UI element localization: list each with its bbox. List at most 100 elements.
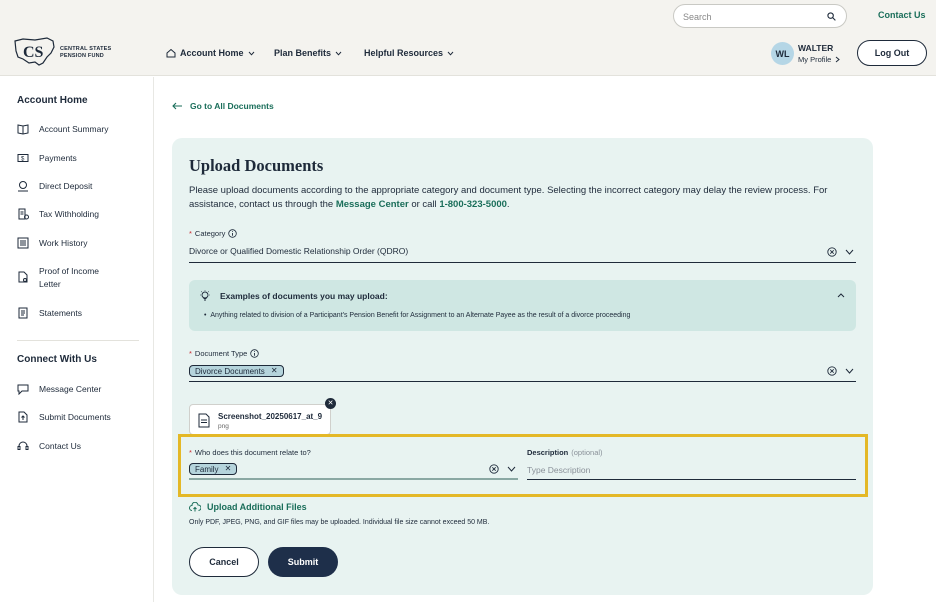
nav-helpful-resources[interactable]: Helpful Resources xyxy=(364,48,454,58)
sidebar-item-label: Account Summary xyxy=(39,124,109,134)
intro-text: Please upload documents according to the… xyxy=(189,185,828,210)
document-type-chip[interactable]: Divorce Documents ✕ xyxy=(189,365,284,377)
message-icon xyxy=(17,384,29,395)
uploaded-file-card: Screenshot_20250617_at_9 png xyxy=(189,404,331,435)
category-label: * Category xyxy=(189,229,238,238)
clear-icon[interactable] xyxy=(827,247,837,257)
required-mark: * xyxy=(189,448,192,457)
sidebar-item-submit-documents[interactable]: Submit Documents xyxy=(17,411,142,424)
description-input[interactable] xyxy=(527,461,856,480)
header: Contact Us CS CENTRAL STATES PENSION FUN… xyxy=(0,0,936,76)
nav-plan-benefits[interactable]: Plan Benefits xyxy=(274,48,342,58)
sidebar-item-label: Direct Deposit xyxy=(39,181,93,191)
nav-account-home-label: Account Home xyxy=(180,48,244,58)
sidebar-item-label: Payments xyxy=(39,153,77,163)
logo-map-icon: CS xyxy=(14,37,55,66)
statements-icon xyxy=(18,307,28,319)
clear-icon[interactable] xyxy=(827,366,837,376)
sidebar-item-label: Submit Documents xyxy=(39,412,111,422)
tax-icon xyxy=(18,208,29,220)
upload-icon xyxy=(18,411,28,423)
avatar[interactable]: WL xyxy=(771,42,794,65)
sidebar-item-label: Message Center xyxy=(39,384,102,394)
document-type-label: * Document Type xyxy=(189,349,260,358)
chevron-down-icon[interactable] xyxy=(507,466,516,472)
description-label: Description (optional) xyxy=(527,448,603,457)
chevron-down-icon[interactable] xyxy=(845,249,854,255)
back-link-label: Go to All Documents xyxy=(190,101,274,111)
sidebar-item-account-summary[interactable]: Account Summary xyxy=(17,123,142,136)
chevron-right-icon xyxy=(836,56,841,63)
arrow-left-icon xyxy=(172,102,182,110)
clear-icon[interactable] xyxy=(489,464,499,474)
nav-helpful-resources-label: Helpful Resources xyxy=(364,48,444,58)
back-link[interactable]: Go to All Documents xyxy=(172,101,274,111)
sidebar-item-label: Proof of Income Letter xyxy=(39,266,100,289)
sidebar-item-contact-us[interactable]: Contact Us xyxy=(17,440,142,453)
sidebar-heading-account-home: Account Home xyxy=(17,95,88,106)
info-icon[interactable] xyxy=(228,229,238,238)
page-title: Upload Documents xyxy=(189,156,324,175)
message-center-link[interactable]: Message Center xyxy=(336,199,409,210)
file-name: Screenshot_20250617_at_9 xyxy=(218,412,323,421)
required-mark: * xyxy=(189,229,192,238)
document-icon xyxy=(18,271,28,283)
user-name: WALTER xyxy=(798,43,834,53)
sidebar-item-work-history[interactable]: Work History xyxy=(17,237,142,250)
search-icon[interactable] xyxy=(827,12,836,21)
sidebar-item-proof-of-income[interactable]: Proof of Income Letter xyxy=(17,265,142,291)
file-extension: png xyxy=(218,423,229,430)
book-icon xyxy=(17,124,29,135)
upload-additional-files-label: Upload Additional Files xyxy=(207,502,307,512)
nav-account-home[interactable]: Account Home xyxy=(166,48,255,58)
upload-note: Only PDF, JPEG, PNG, and GIF files may b… xyxy=(189,519,490,526)
phone-link[interactable]: 1-800-323-5000 xyxy=(439,199,507,210)
cancel-button[interactable]: Cancel xyxy=(189,547,259,577)
info-icon[interactable] xyxy=(250,349,260,358)
category-select[interactable]: Divorce or Qualified Domestic Relationsh… xyxy=(189,244,856,263)
sidebar: Account Home Account Summary $ Payments … xyxy=(0,77,154,602)
examples-title: Examples of documents you may upload: xyxy=(220,291,388,301)
search-box[interactable] xyxy=(673,4,847,28)
remove-chip-icon[interactable]: ✕ xyxy=(225,465,232,473)
chevron-down-icon xyxy=(447,51,454,56)
category-value: Divorce or Qualified Domestic Relationsh… xyxy=(189,246,409,256)
relates-to-select[interactable]: Family ✕ xyxy=(189,461,518,480)
relates-to-label: * Who does this document relate to? xyxy=(189,448,311,457)
sidebar-item-label: Work History xyxy=(39,238,88,248)
dollar-icon: $ xyxy=(17,154,29,163)
sidebar-item-message-center[interactable]: Message Center xyxy=(17,383,142,396)
chevron-up-icon[interactable] xyxy=(837,293,845,298)
examples-list-item: • Anything related to division of a Part… xyxy=(204,312,631,319)
sidebar-divider xyxy=(17,340,139,341)
my-profile-label: My Profile xyxy=(798,55,832,64)
nav-plan-benefits-label: Plan Benefits xyxy=(274,48,332,58)
logo[interactable]: CS CENTRAL STATES PENSION FUND xyxy=(13,35,113,71)
svg-text:CS: CS xyxy=(23,44,44,61)
my-profile-link[interactable]: My Profile xyxy=(798,55,841,64)
sidebar-item-statements[interactable]: Statements xyxy=(17,307,142,320)
file-icon xyxy=(198,413,210,428)
relates-to-chip[interactable]: Family ✕ xyxy=(189,463,238,475)
sidebar-item-label: Statements xyxy=(39,308,82,318)
sidebar-item-direct-deposit[interactable]: Direct Deposit xyxy=(17,180,142,193)
chevron-down-icon xyxy=(248,51,254,56)
lightbulb-icon xyxy=(200,290,210,301)
list-icon xyxy=(17,237,29,249)
remove-file-icon[interactable]: ✕ xyxy=(325,398,336,409)
upload-additional-files-link[interactable]: Upload Additional Files xyxy=(189,502,307,512)
chevron-down-icon[interactable] xyxy=(845,368,854,374)
contact-us-link[interactable]: Contact Us xyxy=(878,10,926,20)
document-type-select[interactable]: Divorce Documents ✕ xyxy=(189,363,856,382)
sidebar-item-payments[interactable]: $ Payments xyxy=(17,152,142,165)
bank-icon xyxy=(18,181,28,192)
submit-button[interactable]: Submit xyxy=(268,547,338,577)
log-out-button[interactable]: Log Out xyxy=(857,40,927,66)
remove-chip-icon[interactable]: ✕ xyxy=(271,367,278,375)
home-icon xyxy=(166,48,176,58)
sidebar-item-tax-withholding[interactable]: Tax Withholding xyxy=(17,208,142,221)
logo-text: CENTRAL STATES PENSION FUND xyxy=(60,46,112,59)
sidebar-item-label: Contact Us xyxy=(39,441,82,451)
examples-panel[interactable]: Examples of documents you may upload: • … xyxy=(189,280,856,331)
search-input[interactable] xyxy=(683,9,823,24)
